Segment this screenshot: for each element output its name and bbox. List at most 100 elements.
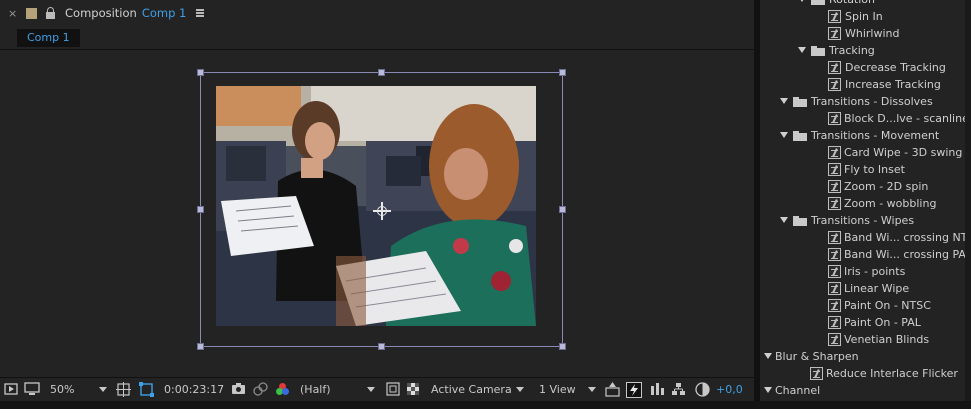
effects-preset-item[interactable]: Fly to Inset	[760, 161, 965, 178]
effects-item-label: Paint On - PAL	[844, 316, 921, 329]
transform-handle-bottom-left[interactable]	[197, 343, 204, 350]
effects-preset-item[interactable]: Linear Wipe	[760, 280, 965, 297]
folder-icon	[793, 131, 807, 141]
effects-preset-item[interactable]: Zoom - wobbling	[760, 195, 965, 212]
timeline-icon[interactable]	[650, 382, 665, 396]
folder-icon	[811, 46, 825, 56]
effects-preset-item[interactable]: Decrease Tracking	[760, 59, 965, 76]
resolution-dropdown-arrow-icon[interactable]	[367, 387, 375, 392]
effects-folder[interactable]: Transitions - Dissolves	[760, 93, 965, 110]
animation-preset-icon	[828, 10, 841, 23]
composition-name-dropdown[interactable]: Comp 1	[142, 6, 187, 20]
effects-preset-item[interactable]: Reduce Interlace Flicker	[760, 365, 965, 382]
lock-icon[interactable]	[45, 7, 56, 19]
effects-preset-item[interactable]: Card Wipe - 3D swing	[760, 144, 965, 161]
effects-preset-item[interactable]: Band Wi... crossing PAL	[760, 246, 971, 263]
close-panel-button[interactable]: ×	[8, 7, 20, 20]
transform-handle-top-right[interactable]	[559, 69, 566, 76]
composition-viewer[interactable]	[0, 51, 754, 377]
reset-exposure-icon[interactable]	[695, 382, 710, 397]
transform-handle-top-center[interactable]	[378, 69, 385, 76]
effects-item-label: Paint On - NTSC	[844, 299, 931, 312]
animation-preset-icon	[828, 146, 841, 159]
effects-folder[interactable]: Tracking	[760, 42, 965, 59]
expand-arrow-icon[interactable]	[798, 0, 806, 2]
flowchart-icon[interactable]	[671, 382, 686, 396]
effects-preset-item[interactable]: Band Wi... crossing NTSC	[760, 229, 971, 246]
effects-item-label: Zoom - wobbling	[844, 197, 937, 210]
animation-preset-icon	[828, 316, 841, 329]
effects-folder[interactable]: Transitions - Movement	[760, 127, 965, 144]
expand-arrow-icon[interactable]	[798, 47, 806, 53]
toggle-pixel-aspect-icon[interactable]	[605, 382, 620, 397]
transform-handle-bottom-right[interactable]	[559, 343, 566, 350]
snapshot-camera-icon[interactable]	[231, 382, 246, 396]
effects-preset-item[interactable]: Whirlwind	[760, 25, 965, 42]
panel-menu-icon[interactable]	[196, 9, 205, 17]
expand-arrow-icon[interactable]	[780, 98, 788, 104]
view-layout-dropdown-arrow-icon[interactable]	[588, 387, 596, 392]
folder-icon	[811, 0, 825, 5]
view-layout-dropdown[interactable]: 1 View	[539, 382, 576, 398]
effects-item-label: Tracking	[829, 44, 875, 57]
exposure-value[interactable]: +0,0	[716, 382, 743, 398]
transform-handle-bottom-center[interactable]	[378, 343, 385, 350]
effects-item-label: Band Wi... crossing PAL	[844, 248, 971, 261]
show-channel-icon[interactable]	[275, 382, 290, 396]
composition-panel: × Composition Comp 1 Comp 1 50% 0:00:23:…	[0, 0, 754, 409]
animation-preset-icon	[828, 78, 841, 91]
effects-category[interactable]: Channel	[760, 382, 965, 399]
label-color-swatch[interactable]	[26, 7, 37, 19]
animation-preset-icon	[828, 299, 841, 312]
tab-comp-1[interactable]: Comp 1	[17, 29, 80, 47]
animation-preset-icon	[828, 112, 841, 125]
show-snapshot-icon[interactable]	[253, 382, 268, 396]
transform-handle-middle-left[interactable]	[197, 206, 204, 213]
animation-preset-icon	[828, 333, 841, 346]
magnification-dropdown-arrow-icon[interactable]	[99, 387, 107, 392]
fast-previews-icon[interactable]	[626, 382, 642, 398]
effects-folder[interactable]: Transitions - Wipes	[760, 212, 965, 229]
camera-view-dropdown[interactable]: Active Camera	[431, 382, 512, 398]
effects-preset-item[interactable]: Increase Tracking	[760, 76, 965, 93]
effects-panel-scrollbar[interactable]	[965, 0, 971, 401]
effects-preset-item[interactable]: Spin In	[760, 8, 965, 25]
effects-folder[interactable]: Rotation	[760, 0, 965, 8]
effects-preset-item[interactable]: Paint On - NTSC	[760, 297, 965, 314]
anchor-point-icon[interactable]	[373, 202, 391, 220]
effects-preset-item[interactable]: Venetian Blinds	[760, 331, 965, 348]
animation-preset-icon	[828, 197, 841, 210]
effects-item-label: Transitions - Movement	[811, 129, 940, 142]
magnification-dropdown[interactable]: 50%	[50, 382, 74, 398]
mask-visibility-icon[interactable]	[139, 382, 154, 397]
animation-preset-icon	[810, 367, 823, 380]
expand-arrow-icon[interactable]	[780, 132, 788, 138]
monitor-icon[interactable]	[24, 382, 40, 396]
effects-item-label: Iris - points	[844, 265, 906, 278]
animation-preset-icon	[828, 61, 841, 74]
animation-preset-icon	[828, 27, 841, 40]
effects-preset-item[interactable]: Iris - points	[760, 263, 965, 280]
animation-preset-icon	[828, 231, 841, 244]
transparency-grid-icon[interactable]	[406, 382, 420, 396]
effects-preset-item[interactable]: Paint On - PAL	[760, 314, 965, 331]
expand-arrow-icon[interactable]	[764, 353, 772, 359]
effects-item-label: Zoom - 2D spin	[844, 180, 929, 193]
effects-item-label: Reduce Interlace Flicker	[826, 367, 958, 380]
resolution-dropdown[interactable]: (Half)	[300, 382, 331, 398]
effects-preset-item[interactable]: Zoom - 2D spin	[760, 178, 965, 195]
effects-category[interactable]: Blur & Sharpen	[760, 348, 965, 365]
expand-arrow-icon[interactable]	[764, 387, 772, 393]
effects-preset-item[interactable]: Block D...lve - scanlines	[760, 110, 971, 127]
animation-preset-icon	[828, 265, 841, 278]
animation-preset-icon	[828, 282, 841, 295]
region-of-interest-icon[interactable]	[386, 382, 400, 396]
transform-handle-top-left[interactable]	[197, 69, 204, 76]
effects-item-label: Card Wipe - 3D swing	[844, 146, 963, 159]
expand-arrow-icon[interactable]	[780, 217, 788, 223]
always-preview-icon[interactable]	[4, 382, 18, 396]
camera-view-dropdown-arrow-icon[interactable]	[516, 387, 524, 392]
transform-handle-middle-right[interactable]	[559, 206, 566, 213]
safe-margins-grid-icon[interactable]	[116, 382, 131, 397]
current-time-display[interactable]: 0:00:23:17	[164, 382, 224, 398]
